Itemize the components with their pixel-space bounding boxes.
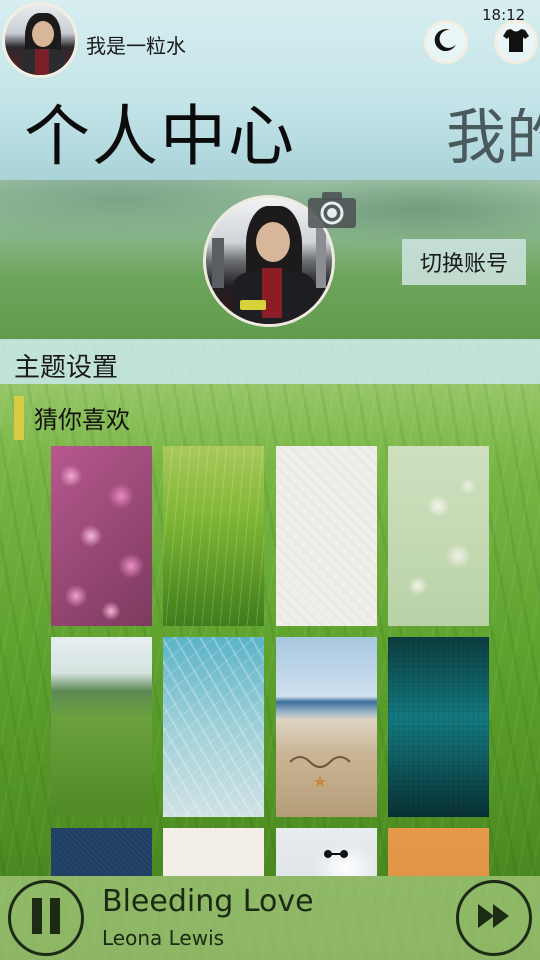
recommend-label: 猜你喜欢 <box>34 406 130 434</box>
theme-thumbnail-pink-flowers[interactable] <box>51 446 152 626</box>
next-track-button[interactable] <box>456 880 532 956</box>
now-playing-bar[interactable]: Bleeding Love Leona Lewis <box>0 876 540 960</box>
theme-thumbnail-white-blossoms[interactable] <box>388 446 489 626</box>
theme-thumbnail-beach-happy-new-year[interactable] <box>276 637 377 817</box>
night-mode-button[interactable] <box>424 20 468 64</box>
fast-forward-icon <box>476 902 512 934</box>
theme-settings-title: 主题设置 <box>14 353 119 383</box>
theme-thumbnail-grid <box>51 446 491 876</box>
switch-account-button[interactable]: 切换账号 <box>402 239 526 285</box>
theme-thumbnail-white-paper[interactable] <box>276 446 377 626</box>
theme-settings-header[interactable]: 主题设置 <box>0 339 540 384</box>
theme-thumbnail-dewy-grass[interactable] <box>163 446 264 626</box>
theme-thumbnail-white-robot[interactable] <box>276 828 377 876</box>
song-title: Bleeding Love <box>102 884 314 919</box>
theme-thumbnail-frosted-ice[interactable] <box>163 637 264 817</box>
section-accent-bar <box>14 396 24 440</box>
theme-thumbnail-strawberry-cake[interactable] <box>163 828 264 876</box>
page-title: 个人中心 <box>24 98 296 175</box>
username: 我是一粒水 <box>86 34 186 58</box>
theme-thumbnail-denim-blue[interactable] <box>51 828 152 876</box>
next-pivot-header[interactable]: 我的 <box>446 108 540 168</box>
user-avatar[interactable] <box>2 2 78 78</box>
skin-button[interactable] <box>494 20 538 64</box>
shirt-icon <box>502 27 530 57</box>
theme-thumbnail-orange-wheat[interactable] <box>388 828 489 876</box>
theme-thumbnail-teal-gradient[interactable] <box>388 637 489 817</box>
pause-icon <box>28 896 64 940</box>
song-artist: Leona Lewis <box>102 926 225 950</box>
camera-icon[interactable] <box>306 190 358 230</box>
pause-button[interactable] <box>8 880 84 956</box>
moon-icon <box>433 27 459 57</box>
theme-thumbnail-green-field[interactable] <box>51 637 152 817</box>
